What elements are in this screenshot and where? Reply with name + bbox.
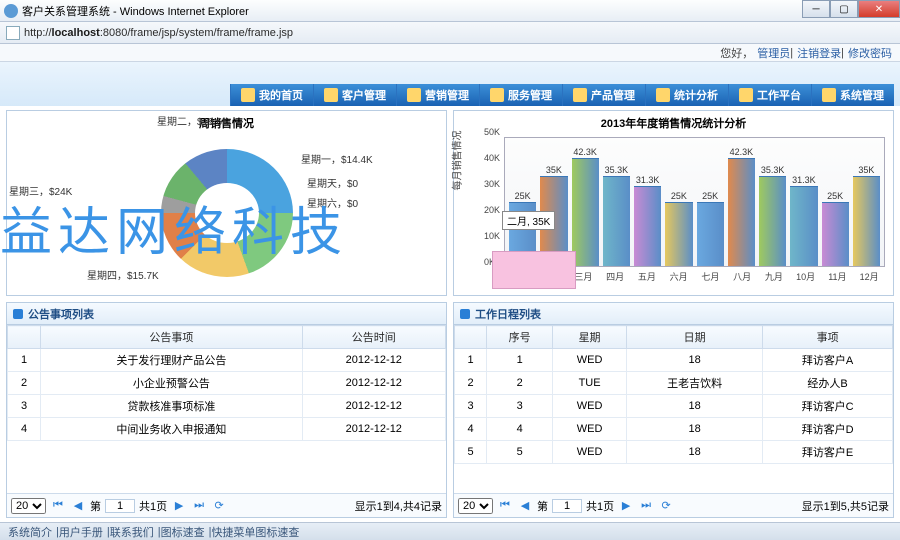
bar: 35.3K [759, 176, 786, 266]
announcements-pager: 20 ⏮ ◀ 第 共1页 ▶ ⏭ ⟳ 显示1到4,共4记录 [7, 493, 446, 517]
footer-link[interactable]: 快捷菜单图标速查 [211, 524, 299, 540]
table-row[interactable]: 55WED18拜访客户E [455, 441, 893, 464]
donut-label: 星期四，$15.7K [87, 267, 159, 282]
menu-icon [407, 88, 421, 102]
footer-link[interactable]: 系统简介 [8, 524, 52, 540]
donut-label: 星期二，$19.6K [157, 113, 229, 128]
pager-info: 显示1到4,共4记录 [355, 498, 442, 514]
table-row[interactable]: 1关于发行理财产品公告2012-12-12 [8, 349, 446, 372]
pager-prev-icon[interactable]: ◀ [517, 498, 533, 514]
main-menu: 我的首页客户管理营销管理服务管理产品管理统计分析工作平台系统管理 [230, 84, 894, 106]
window-titlebar: 客户关系管理系统 - Windows Internet Explorer ─ ▢… [0, 0, 900, 22]
donut-label: 星期六，$0 [307, 195, 358, 210]
menu-item[interactable]: 营销管理 [396, 84, 479, 106]
announcements-table: 公告事项公告时间1关于发行理财产品公告2012-12-122小企业预警公告201… [7, 325, 446, 441]
table-row[interactable]: 2小企业预警公告2012-12-12 [8, 372, 446, 395]
pager-prev-icon[interactable]: ◀ [70, 498, 86, 514]
menu-icon [241, 88, 255, 102]
table-row[interactable]: 33WED18拜访客户C [455, 395, 893, 418]
menu-item[interactable]: 产品管理 [562, 84, 645, 106]
menu-item[interactable]: 客户管理 [313, 84, 396, 106]
menu-icon [822, 88, 836, 102]
announcements-header: 公告事项列表 [7, 303, 446, 325]
pager-last-icon[interactable]: ⏭ [191, 498, 207, 514]
menu-item[interactable]: 我的首页 [230, 84, 313, 106]
logout-link[interactable]: 注销登录 [797, 45, 841, 61]
banner: 我的首页客户管理营销管理服务管理产品管理统计分析工作平台系统管理 [0, 62, 900, 106]
page-size-select[interactable]: 20 [11, 498, 46, 514]
schedule-panel: 工作日程列表 序号星期日期事项11WED18拜访客户A22TUE王老吉饮料经办人… [453, 302, 894, 518]
footer-link[interactable]: 图标速查 [161, 524, 205, 540]
footer-links: 系统简介 | 用户手册 | 联系我们 | 图标速查 | 快捷菜单图标速查 [0, 522, 900, 540]
table-row[interactable]: 44WED18拜访客户D [455, 418, 893, 441]
menu-item[interactable]: 统计分析 [645, 84, 728, 106]
page-input[interactable] [552, 499, 582, 513]
close-button[interactable]: ✕ [858, 0, 900, 18]
y-tick: 50K [484, 127, 500, 137]
bar-title: 2013年年度销售情况统计分析 [458, 115, 889, 131]
menu-item[interactable]: 系统管理 [811, 84, 894, 106]
menu-icon [739, 88, 753, 102]
maximize-button[interactable]: ▢ [830, 0, 858, 18]
pager-last-icon[interactable]: ⏭ [638, 498, 654, 514]
current-user[interactable]: 管理员 [757, 45, 790, 61]
table-row[interactable]: 4中间业务收入申报通知2012-12-12 [8, 418, 446, 441]
bar: 31.3K [790, 186, 817, 266]
bar: 25K [697, 202, 724, 266]
schedule-pager: 20 ⏮ ◀ 第 共1页 ▶ ⏭ ⟳ 显示1到5,共5记录 [454, 493, 893, 517]
donut-label: 星期一，$14.4K [301, 151, 373, 166]
menu-icon [490, 88, 504, 102]
url-field[interactable]: http://localhost:8080/frame/jsp/system/f… [24, 27, 894, 39]
y-tick: 40K [484, 153, 500, 163]
menu-icon [656, 88, 670, 102]
legend-box [492, 251, 576, 289]
table-row[interactable]: 3贷款核准事项标准2012-12-12 [8, 395, 446, 418]
donut-label: 星期三，$24K [9, 183, 72, 198]
schedule-header: 工作日程列表 [454, 303, 893, 325]
bar-chart: 25K35K42.3K35.3K31.3K25K25K42.3K35.3K31.… [504, 137, 885, 267]
donut-chart-panel: 周销售情况 星期二，$19.6K星期一，$14.4K星期天，$0星期六，$0星期… [6, 110, 447, 296]
table-row[interactable]: 11WED18拜访客户A [455, 349, 893, 372]
bar: 25K [822, 202, 849, 266]
bar-chart-panel: 2013年年度销售情况统计分析 每月销售情况 0K10K20K30K40K50K… [453, 110, 894, 296]
app-icon [4, 4, 18, 18]
donut-label: 星期天，$0 [307, 175, 358, 190]
change-password-link[interactable]: 修改密码 [848, 45, 892, 61]
bar-ylabel: 每月销售情况 [449, 131, 464, 191]
menu-item[interactable]: 服务管理 [479, 84, 562, 106]
announcements-panel: 公告事项列表 公告事项公告时间1关于发行理财产品公告2012-12-122小企业… [6, 302, 447, 518]
address-bar: http://localhost:8080/frame/jsp/system/f… [0, 22, 900, 44]
pager-first-icon[interactable]: ⏮ [50, 498, 66, 514]
pager-next-icon[interactable]: ▶ [618, 498, 634, 514]
bar: 42.3K [728, 158, 755, 266]
pager-info: 显示1到5,共5记录 [802, 498, 889, 514]
bar: 31.3K [634, 186, 661, 266]
footer-link[interactable]: 联系我们 [110, 524, 154, 540]
y-tick: 10K [484, 231, 500, 241]
pager-first-icon[interactable]: ⏮ [497, 498, 513, 514]
schedule-table: 序号星期日期事项11WED18拜访客户A22TUE王老吉饮料经办人B33WED1… [454, 325, 893, 464]
page-input[interactable] [105, 499, 135, 513]
pager-next-icon[interactable]: ▶ [171, 498, 187, 514]
page-size-select[interactable]: 20 [458, 498, 493, 514]
window-title: 客户关系管理系统 - Windows Internet Explorer [22, 3, 249, 19]
menu-item[interactable]: 工作平台 [728, 84, 811, 106]
bar-tooltip: 二月, 35K [502, 211, 555, 230]
table-row[interactable]: 22TUE王老吉饮料经办人B [455, 372, 893, 395]
pager-refresh-icon[interactable]: ⟳ [658, 498, 674, 514]
pager-refresh-icon[interactable]: ⟳ [211, 498, 227, 514]
bar: 35K [853, 176, 880, 266]
user-strip: 您好， 管理员 | 注销登录 | 修改密码 [0, 44, 900, 62]
footer-link[interactable]: 用户手册 [59, 524, 103, 540]
y-tick: 20K [484, 205, 500, 215]
minimize-button[interactable]: ─ [802, 0, 830, 18]
donut-chart [147, 135, 307, 291]
bar: 42.3K [572, 158, 599, 266]
menu-icon [573, 88, 587, 102]
y-tick: 30K [484, 179, 500, 189]
bar: 35.3K [603, 176, 630, 266]
menu-icon [324, 88, 338, 102]
page-icon [6, 26, 20, 40]
bar: 25K [665, 202, 692, 266]
